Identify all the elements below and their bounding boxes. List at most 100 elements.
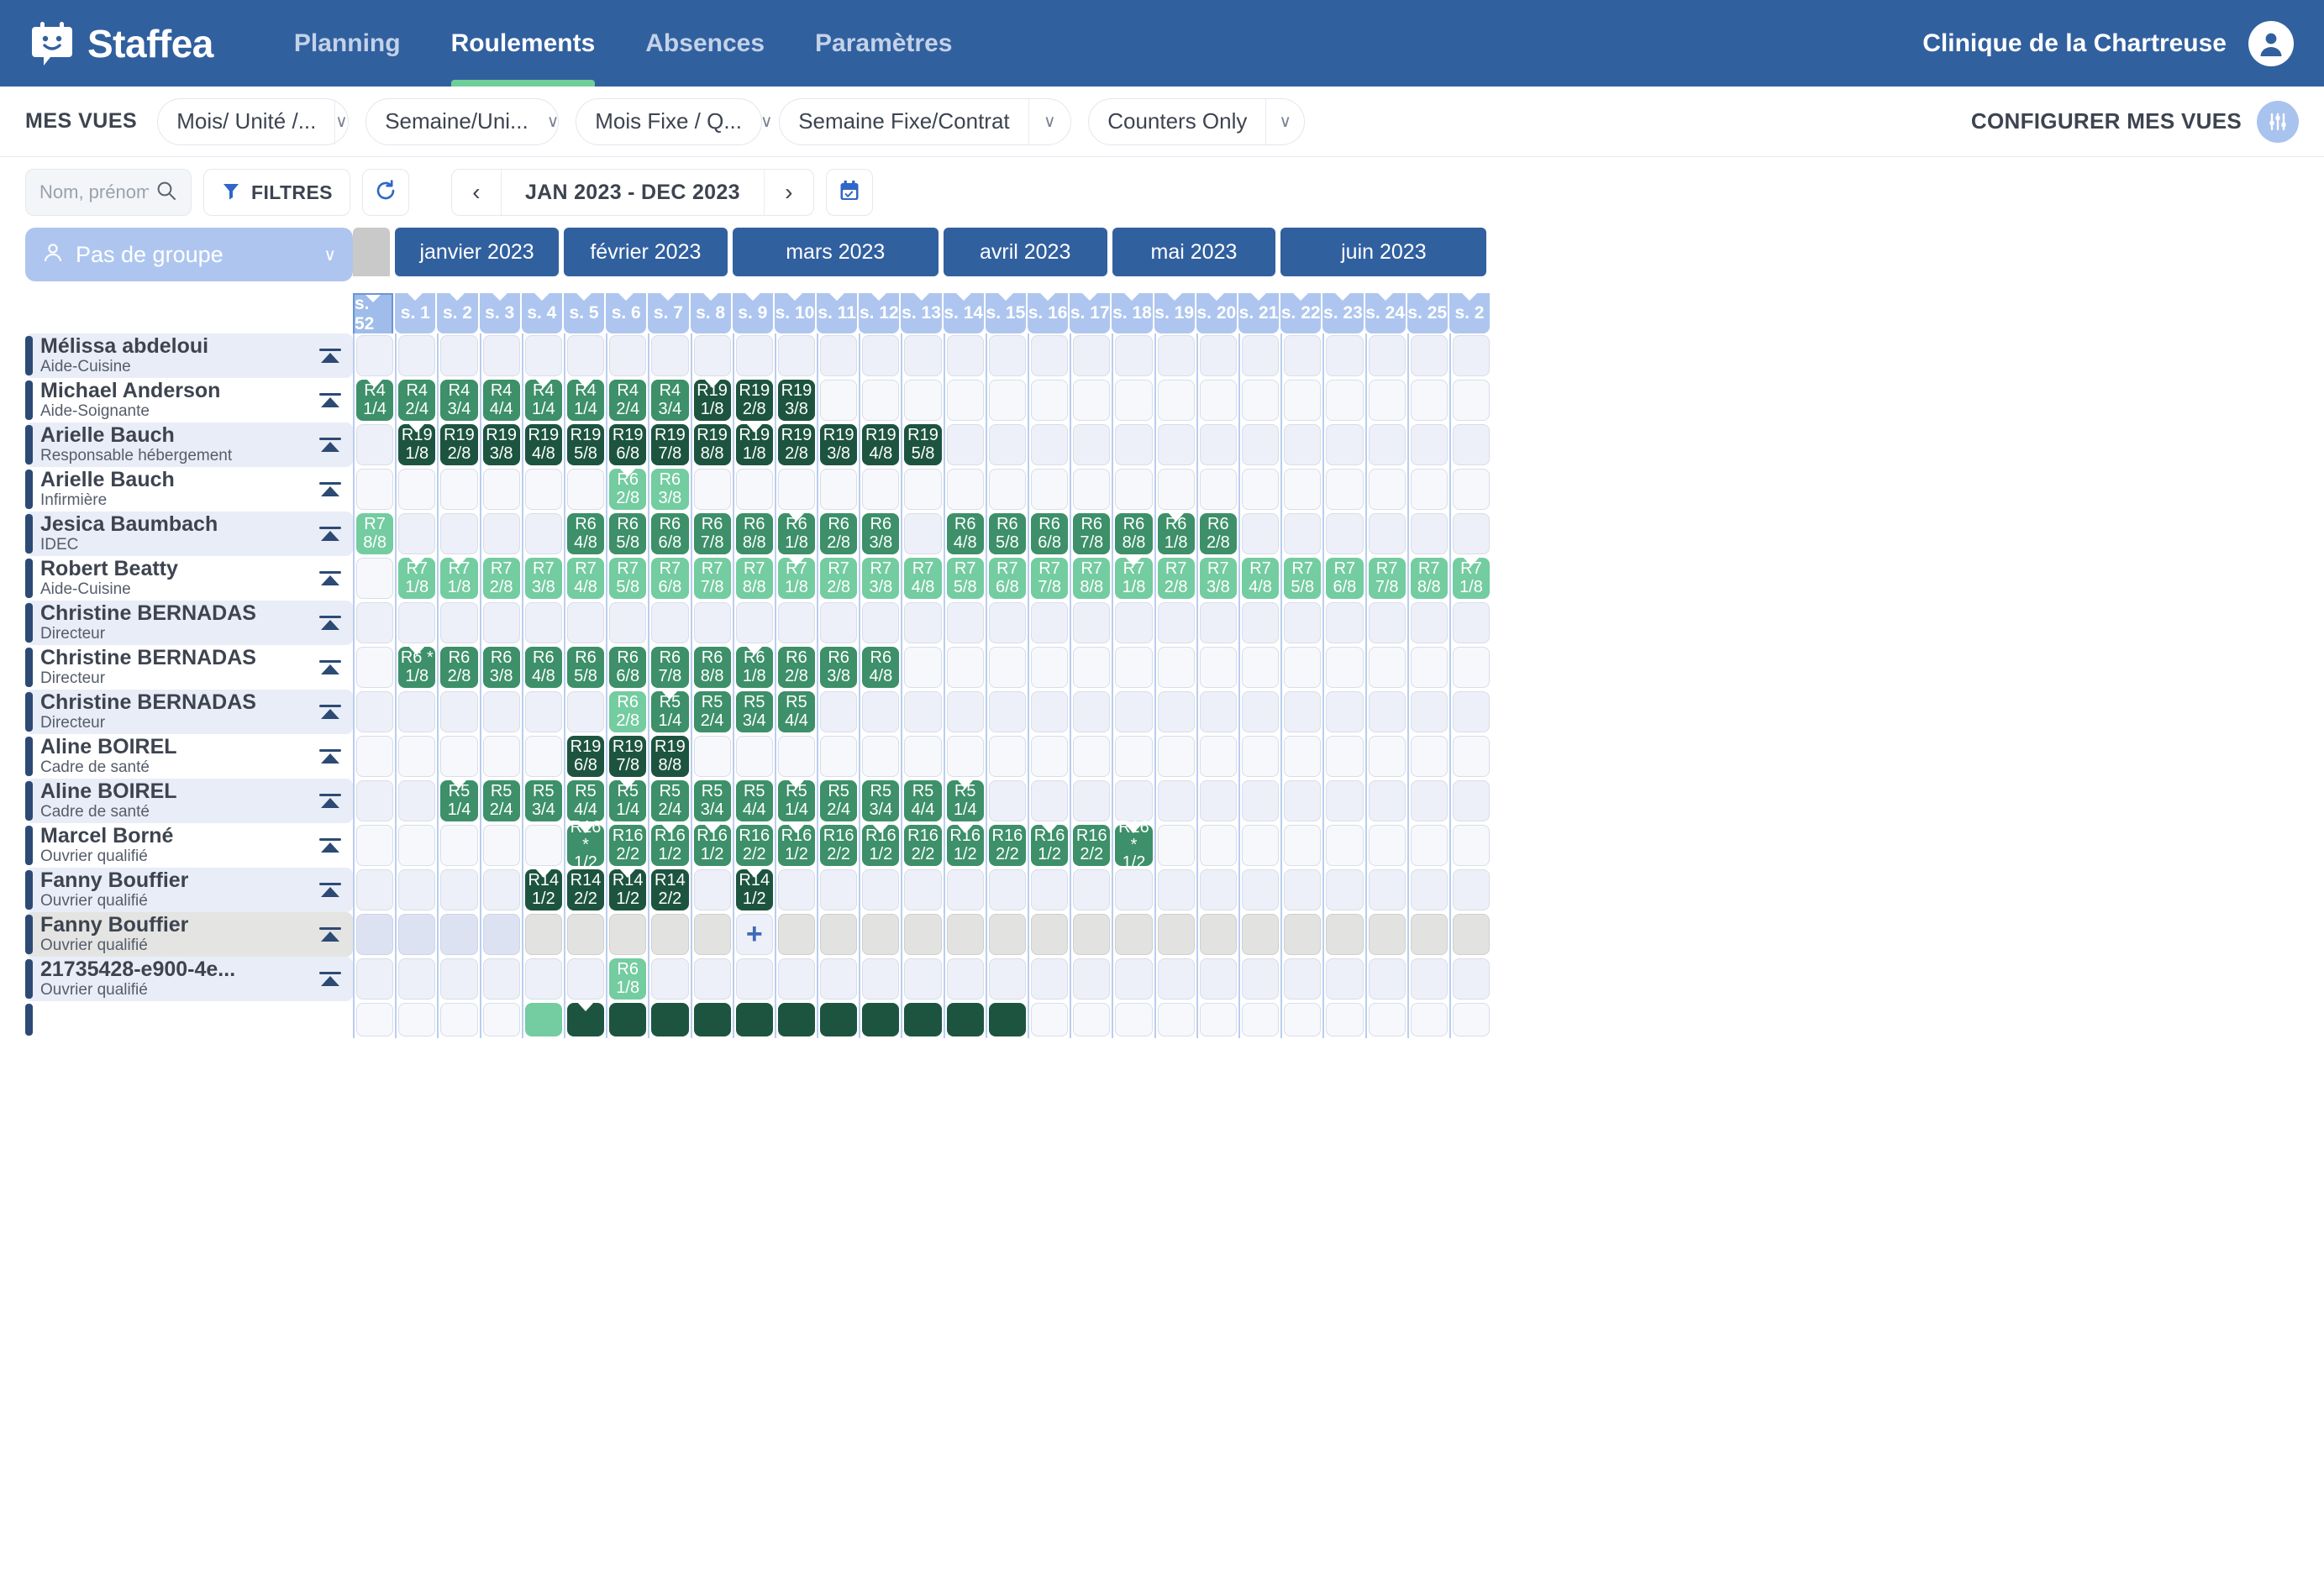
week-header-1[interactable]: s. 1 xyxy=(395,293,436,333)
shift-cell[interactable]: R4 4/4 xyxy=(479,378,522,422)
shift-cell[interactable] xyxy=(985,734,1028,779)
shift-cell[interactable] xyxy=(901,333,943,378)
shift-cell[interactable]: R6 7/8 xyxy=(690,512,733,556)
shift-cell[interactable] xyxy=(606,1001,648,1038)
shift-cell[interactable] xyxy=(1322,823,1364,868)
shift-chip[interactable]: R4 1/4 xyxy=(356,380,394,421)
shift-cell[interactable] xyxy=(1364,734,1407,779)
shift-cell[interactable] xyxy=(1406,779,1449,823)
empty-cell[interactable] xyxy=(1157,958,1195,1000)
empty-cell[interactable] xyxy=(1368,780,1406,821)
shift-cell[interactable] xyxy=(1238,823,1280,868)
shift-cell[interactable] xyxy=(1028,467,1070,512)
shift-cell[interactable] xyxy=(395,912,437,957)
empty-cell[interactable] xyxy=(1241,825,1280,866)
shift-cell[interactable]: R6 4/8 xyxy=(943,512,986,556)
refresh-button[interactable] xyxy=(361,169,409,216)
shift-cell[interactable] xyxy=(521,690,564,734)
empty-cell[interactable] xyxy=(1073,469,1111,510)
empty-cell[interactable] xyxy=(356,647,394,688)
shift-cell[interactable]: R7 6/8 xyxy=(985,556,1028,601)
shift-cell[interactable]: R6 8/8 xyxy=(1112,512,1154,556)
shift-chip[interactable]: R7 3/8 xyxy=(862,558,900,599)
shift-chip[interactable]: R19 8/8 xyxy=(651,736,689,777)
empty-cell[interactable] xyxy=(820,380,858,421)
shift-cell[interactable] xyxy=(1449,690,1491,734)
shift-cell[interactable] xyxy=(1322,957,1364,1001)
shift-chip[interactable] xyxy=(524,1003,562,1036)
shift-cell[interactable] xyxy=(690,734,733,779)
shift-chip[interactable]: R5 1/4 xyxy=(777,780,816,821)
empty-cell[interactable] xyxy=(904,958,942,1000)
shift-cell[interactable] xyxy=(732,1001,775,1038)
empty-cell[interactable] xyxy=(1452,825,1491,866)
shift-cell[interactable] xyxy=(943,333,986,378)
shift-cell[interactable] xyxy=(395,333,437,378)
empty-cell[interactable] xyxy=(482,691,520,732)
empty-cell[interactable] xyxy=(1452,424,1491,465)
shift-cell[interactable]: R6 1/8 xyxy=(1154,512,1196,556)
shift-chip[interactable] xyxy=(777,1003,816,1036)
empty-cell[interactable] xyxy=(1157,691,1195,732)
shift-chip[interactable] xyxy=(735,1003,773,1036)
shift-cell[interactable]: R16 1/2 xyxy=(690,823,733,868)
shift-chip[interactable]: R14 2/2 xyxy=(651,869,689,910)
empty-cell[interactable] xyxy=(693,869,731,910)
shift-cell[interactable]: R14 1/2 xyxy=(521,868,564,912)
shift-cell[interactable] xyxy=(1196,868,1238,912)
shift-cell[interactable] xyxy=(1028,378,1070,422)
empty-cell[interactable] xyxy=(1199,958,1237,1000)
shift-cell[interactable]: R19 3/8 xyxy=(774,378,817,422)
shift-chip[interactable]: R4 1/4 xyxy=(524,380,562,421)
empty-cell[interactable] xyxy=(1410,647,1448,688)
shift-cell[interactable]: R14 1/2 xyxy=(606,868,648,912)
shift-cell[interactable]: R5 2/4 xyxy=(817,779,859,823)
shift-cell[interactable]: R5 1/4 xyxy=(943,779,986,823)
shift-cell[interactable] xyxy=(1280,690,1322,734)
empty-cell[interactable] xyxy=(1031,602,1069,643)
shift-cell[interactable]: R4 1/4 xyxy=(521,378,564,422)
collapse-row-icon[interactable] xyxy=(319,705,341,719)
shift-cell[interactable] xyxy=(1280,645,1322,690)
shift-cell[interactable]: R19 6/8 xyxy=(563,734,606,779)
shift-chip[interactable]: R16 2/2 xyxy=(904,825,942,866)
prev-period-button[interactable]: ‹ xyxy=(452,170,501,215)
shift-chip[interactable]: R16 1/2 xyxy=(946,825,984,866)
empty-cell[interactable] xyxy=(1115,335,1153,376)
week-header-23[interactable]: s. 23 xyxy=(1322,293,1364,333)
empty-cell[interactable] xyxy=(440,869,478,910)
shift-cell[interactable] xyxy=(353,333,395,378)
empty-cell[interactable] xyxy=(777,469,816,510)
empty-cell[interactable] xyxy=(1115,780,1153,821)
empty-cell[interactable] xyxy=(356,469,394,510)
empty-cell[interactable] xyxy=(1326,424,1364,465)
shift-cell[interactable] xyxy=(1406,601,1449,645)
shift-chip[interactable]: R6 2/8 xyxy=(777,647,816,688)
shift-chip[interactable]: R19 1/8 xyxy=(398,424,436,465)
empty-cell[interactable] xyxy=(1073,380,1111,421)
shift-chip[interactable]: R6 6/8 xyxy=(609,647,647,688)
week-header-7[interactable]: s. 7 xyxy=(648,293,689,333)
empty-cell[interactable] xyxy=(1157,825,1195,866)
empty-cell[interactable] xyxy=(820,469,858,510)
empty-cell[interactable] xyxy=(1199,780,1237,821)
shift-cell[interactable]: R7 1/8 xyxy=(1112,556,1154,601)
shift-cell[interactable] xyxy=(521,1001,564,1038)
shift-cell[interactable] xyxy=(817,690,859,734)
shift-cell[interactable] xyxy=(1280,333,1322,378)
shift-cell[interactable]: R6 2/8 xyxy=(606,690,648,734)
empty-cell[interactable] xyxy=(1284,780,1322,821)
shift-chip[interactable]: R4 3/4 xyxy=(440,380,478,421)
shift-cell[interactable]: R19 2/8 xyxy=(774,422,817,467)
empty-cell[interactable] xyxy=(946,424,984,465)
shift-cell[interactable] xyxy=(1280,823,1322,868)
shift-chip[interactable]: R14 2/2 xyxy=(566,869,605,910)
empty-cell[interactable] xyxy=(1115,469,1153,510)
disabled-cell[interactable] xyxy=(946,914,984,955)
shift-cell[interactable] xyxy=(648,1001,690,1038)
empty-cell[interactable] xyxy=(482,513,520,554)
chevron-down-icon[interactable]: ∨ xyxy=(1266,111,1304,132)
shift-cell[interactable] xyxy=(1449,422,1491,467)
shift-cell[interactable] xyxy=(1028,333,1070,378)
week-header-14[interactable]: s. 14 xyxy=(943,293,984,333)
